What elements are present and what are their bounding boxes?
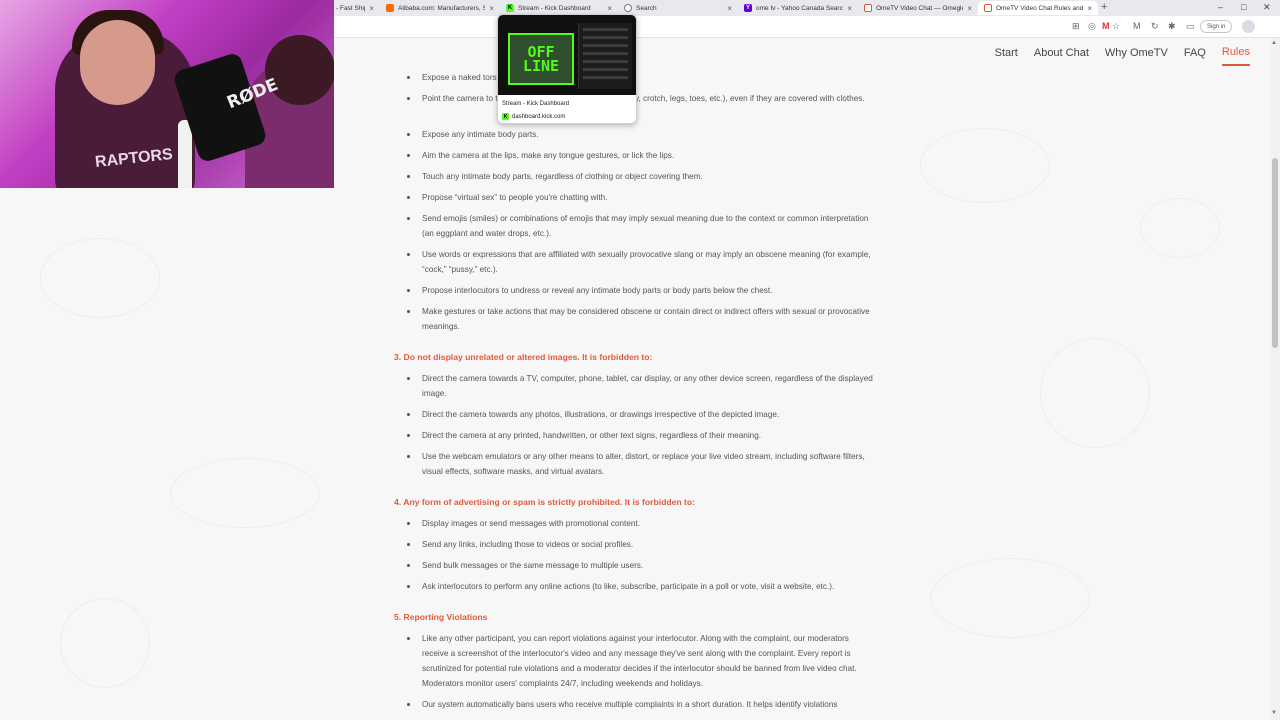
background-doodle [920,128,1050,203]
tab-close-icon[interactable]: × [967,4,972,13]
globe-icon [624,4,632,12]
nav-rules[interactable]: Rules [1221,40,1250,66]
kick-favicon-icon: K [502,113,509,120]
close-window-button[interactable]: ✕ [1263,2,1271,13]
rule-item: Send any links, including those to video… [407,537,874,552]
rule-item: Send emojis (smiles) or combinations of … [407,211,874,241]
tab-title: Alibaba.com: Manufacturers, Sup [398,4,486,12]
rule-item: Aim the camera at the lips, make any ton… [407,148,874,163]
site-nav: Start About Chat Why OmeTV FAQ Rules [995,38,1250,68]
rule-item: Expose any intimate body parts. [407,127,874,142]
maximize-button[interactable]: □ [1241,2,1246,12]
rule-item: Touch any intimate body parts, regardles… [407,169,874,184]
page-scrollbar[interactable]: ▲ ▼ [1270,38,1280,720]
sign-in-button[interactable]: Sign in [1200,20,1233,33]
browser-tab[interactable]: K Stream - Kick Dashboard × [500,1,618,15]
tab-title: OmeTV Video Chat Rules and Re [996,4,1084,12]
sidebar-icon[interactable]: ▭ [1186,21,1195,32]
install-app-icon[interactable]: ⊞ [1072,21,1080,32]
alibaba-favicon-icon [386,4,394,12]
rule-item: Display images or send messages with pro… [407,516,874,531]
scroll-thumb[interactable] [1272,158,1278,348]
rule-item: Ask interlocutors to perform any online … [407,579,874,594]
new-tab-button[interactable]: + [1101,1,1107,13]
tab-title: - Fast Ship [336,4,366,12]
offline-graphic: OFF LINE [508,33,574,85]
nav-start[interactable]: Start [995,41,1018,65]
tab-close-icon[interactable]: × [607,4,612,13]
nav-about-chat[interactable]: About Chat [1034,41,1089,65]
background-doodle [170,458,320,528]
rule-item: Make gestures or take actions that may b… [407,304,874,334]
background-doodle [1040,338,1150,448]
profile-avatar-icon[interactable] [1242,20,1255,33]
tab-title: OmeTV Video Chat — Omegle R [876,4,964,12]
webcam-person-left-head [80,20,155,105]
tab-close-icon[interactable]: × [369,4,374,13]
tab-preview-thumbnail: OFF LINE [498,15,636,95]
puzzle-extensions-icon[interactable]: ✱ [1168,21,1176,32]
rule-item: Direct the camera towards a TV, computer… [407,371,874,401]
tab-title: ome tv - Yahoo Canada Search R [756,4,844,12]
gmail-icon[interactable]: M [1102,21,1110,31]
tab-close-icon[interactable]: × [727,4,732,13]
rule-item: Use words or expressions that are affili… [407,247,874,277]
background-doodle [930,558,1090,638]
minimize-button[interactable]: – [1218,2,1223,12]
tab-close-icon[interactable]: × [1087,4,1092,13]
tab-close-icon[interactable]: × [847,4,852,13]
nav-why-ometv[interactable]: Why OmeTV [1105,41,1168,65]
rule-item: Expose a naked torso. [407,70,874,85]
preview-dashboard-panel [578,23,632,89]
tab-hover-preview: OFF LINE Stream - Kick Dashboard K dashb… [497,14,637,124]
rule-item: Send bulk messages or the same message t… [407,558,874,573]
browser-tab[interactable]: Alibaba.com: Manufacturers, Sup × [380,1,500,15]
tab-title: Search [636,4,657,12]
section-heading: 4. Any form of advertising or spam is st… [394,497,695,507]
extensions-icon[interactable]: ◎ [1088,21,1096,32]
browser-tab-active[interactable]: OmeTV Video Chat Rules and Re × [978,1,1098,15]
gmail-extension-icon[interactable]: M [1133,21,1141,31]
reload-extension-icon[interactable]: ↻ [1151,21,1159,32]
background-doodle [1140,198,1220,258]
browser-tab[interactable]: OmeTV Video Chat — Omegle R × [858,1,978,15]
rule-item: Our system automatically bans users who … [407,697,874,712]
rule-item: Propose interlocutors to undress or reve… [407,283,874,298]
background-doodle [60,598,150,688]
tab-preview-url-text: dashboard.kick.com [512,113,566,120]
tab-preview-url: K dashboard.kick.com [502,113,565,120]
scroll-up-arrow-icon[interactable]: ▲ [1271,40,1277,46]
ometv-favicon-icon [984,4,992,12]
scroll-down-arrow-icon[interactable]: ▼ [1271,710,1277,716]
yahoo-favicon-icon: Y [744,4,752,12]
browser-tab[interactable]: Search × [618,1,738,15]
background-doodle [40,238,160,318]
bookmark-star-icon[interactable]: ☆ [1112,21,1120,32]
kick-favicon-icon: K [506,4,514,12]
rule-item: Use the webcam emulators or any other me… [407,449,874,479]
rule-item: Direct the camera towards any photos, il… [407,407,874,422]
tab-title: Stream - Kick Dashboard [518,4,591,12]
nav-faq[interactable]: FAQ [1184,41,1206,65]
section-heading: 5. Reporting Violations [394,612,488,622]
tab-close-icon[interactable]: × [489,4,494,13]
browser-tab[interactable]: Y ome tv - Yahoo Canada Search R × [738,1,858,15]
ometv-favicon-icon [864,4,872,12]
rule-item: Point the camera to the lower body parts… [407,91,874,106]
rule-item: Propose “virtual sex” to people you're c… [407,190,874,205]
rule-item: Like any other participant, you can repo… [407,631,874,691]
browser-tab[interactable]: - Fast Ship × [330,1,380,15]
rule-item: Direct the camera at any printed, handwr… [407,428,874,443]
tab-preview-title: Stream - Kick Dashboard [502,101,570,107]
webcam-overlay: RAPTORS RØDE [0,0,334,188]
section-heading: 3. Do not display unrelated or altered i… [394,352,653,362]
